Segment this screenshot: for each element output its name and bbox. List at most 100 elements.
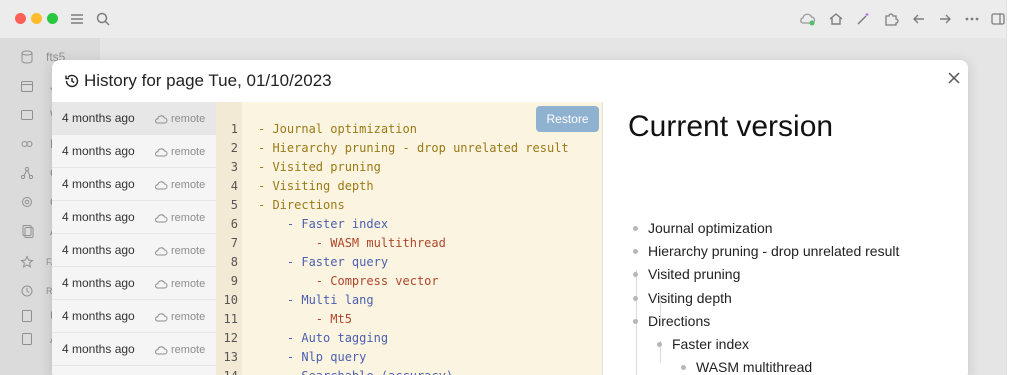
bullet-dot[interactable] [657, 342, 662, 347]
code-text: - Compress vector [258, 274, 439, 288]
history-item-source-label: remote [171, 343, 206, 356]
history-item-source: remote [154, 333, 205, 366]
history-version-list: 4 months ago remote 4 months ago remote … [52, 102, 216, 375]
history-item[interactable]: 4 months ago remote [52, 201, 216, 234]
history-item-source: remote [154, 102, 205, 135]
window-titlebar [0, 0, 1006, 38]
line-number: 8 [230, 255, 238, 269]
line-number: 4 [230, 179, 238, 193]
code-text: - Directions [258, 198, 345, 212]
code-text: - Journal optimization [258, 122, 417, 136]
dialog-header: History for page Tue, 01/10/2023 [52, 60, 968, 102]
line-number: 10 [223, 293, 238, 307]
code-text: - Searchable (accuracy) [258, 367, 453, 375]
close-window-button[interactable] [15, 13, 26, 24]
history-item[interactable]: 4 months ago remote [52, 300, 216, 333]
menu-icon[interactable] [66, 8, 88, 30]
version-source-panel[interactable]: 1 - Journal optimization 2 - Hierarchy pru… [216, 102, 602, 375]
block-text[interactable]: Faster index [672, 334, 749, 354]
history-item-source-label: remote [171, 145, 206, 158]
cloud-sync-icon[interactable] [796, 8, 818, 30]
bullet-dot[interactable] [633, 296, 638, 301]
bullet-dot[interactable] [633, 226, 638, 231]
line-number: 11 [223, 312, 238, 326]
cloud-icon [155, 147, 168, 156]
home-icon[interactable] [825, 8, 847, 30]
history-item[interactable]: 4 months ago remote [52, 267, 216, 300]
window-scrollbar[interactable] [1006, 0, 1024, 375]
back-arrow-icon[interactable] [908, 8, 930, 30]
history-item[interactable]: 4 months ago remote [52, 234, 216, 267]
puzzle-icon[interactable] [880, 8, 902, 30]
page-history-dialog: History for page Tue, 01/10/2023 4 month… [52, 60, 968, 375]
history-item-source: remote [154, 135, 205, 168]
cloud-icon [155, 279, 168, 288]
line-number: 1 [230, 122, 238, 136]
line-number: 14 [216, 367, 238, 375]
line-number: 5 [230, 198, 238, 212]
block-text[interactable]: Visited pruning [648, 264, 740, 284]
cloud-icon [155, 246, 168, 255]
restore-button[interactable]: Restore [536, 106, 599, 132]
line-number: 6 [230, 217, 238, 231]
close-icon [948, 72, 960, 84]
block-text[interactable]: WASM multithread [696, 357, 812, 375]
line-number: 13 [223, 350, 238, 364]
search-icon[interactable] [92, 8, 114, 30]
history-item-source-label: remote [171, 310, 206, 323]
block-text[interactable]: Journal optimization [648, 218, 773, 238]
history-item-time: 4 months ago [62, 177, 135, 191]
history-item[interactable]: 4 months ago remote [52, 102, 216, 135]
cloud-icon [155, 114, 168, 123]
history-item[interactable]: 4 months ago remote [52, 333, 216, 366]
forward-arrow-icon[interactable] [934, 8, 956, 30]
block-text[interactable]: Visiting depth [648, 288, 732, 308]
history-item-source-label: remote [171, 178, 206, 191]
history-item-time: 4 months ago [62, 243, 135, 257]
minimize-window-button[interactable] [31, 13, 42, 24]
block-text[interactable]: Hierarchy pruning - drop unrelated resul… [648, 241, 899, 261]
bullet-dot[interactable] [633, 249, 638, 254]
history-item-source: remote [154, 234, 205, 267]
cloud-icon [155, 312, 168, 321]
line-number: 2 [230, 141, 238, 155]
line-number: 7 [230, 236, 238, 250]
code-text: - Faster query [258, 255, 389, 269]
history-item-source: remote [154, 267, 205, 300]
line-number: 3 [230, 160, 238, 174]
history-item-source-label: remote [171, 244, 206, 257]
code-text: - Multi lang [258, 293, 374, 307]
history-item-time: 4 months ago [62, 276, 135, 290]
history-item[interactable]: 4 months ago remote [52, 135, 216, 168]
code-text: - Visited pruning [258, 160, 381, 174]
code-text: - WASM multithread [258, 236, 446, 250]
history-item-time: 4 months ago [62, 111, 135, 125]
line-number: 9 [230, 274, 238, 288]
line-number: 12 [223, 331, 238, 345]
history-item-source: remote [154, 300, 205, 333]
history-item-source-label: remote [171, 277, 206, 290]
history-item-source: remote [154, 168, 205, 201]
code-text: - Faster index [258, 217, 389, 231]
history-item-source-label: remote [171, 211, 206, 224]
dialog-title: History for page Tue, 01/10/2023 [84, 71, 332, 90]
zoom-window-button[interactable] [47, 13, 58, 24]
code-text: - Auto tagging [258, 331, 389, 345]
history-item-source-label: remote [171, 112, 206, 125]
block-text[interactable]: Directions [648, 311, 710, 331]
history-item-time: 4 months ago [62, 210, 135, 224]
code-text: - Hierarchy pruning - drop unrelated res… [258, 141, 569, 155]
history-item-source: remote [154, 201, 205, 234]
close-dialog-button[interactable] [942, 66, 966, 90]
history-item-time: 4 months ago [62, 144, 135, 158]
current-version-title: Current version [628, 110, 834, 143]
bullet-dot[interactable] [633, 319, 638, 324]
code-text: - Nlp query [258, 350, 367, 364]
history-item[interactable]: 4 months ago remote [52, 168, 216, 201]
magic-wand-icon[interactable] [852, 8, 874, 30]
more-icon[interactable] [961, 8, 983, 30]
bullet-dot[interactable] [681, 365, 686, 370]
code-text: - Visiting depth [258, 179, 374, 193]
bullet-dot[interactable] [633, 272, 638, 277]
history-icon [65, 74, 79, 88]
